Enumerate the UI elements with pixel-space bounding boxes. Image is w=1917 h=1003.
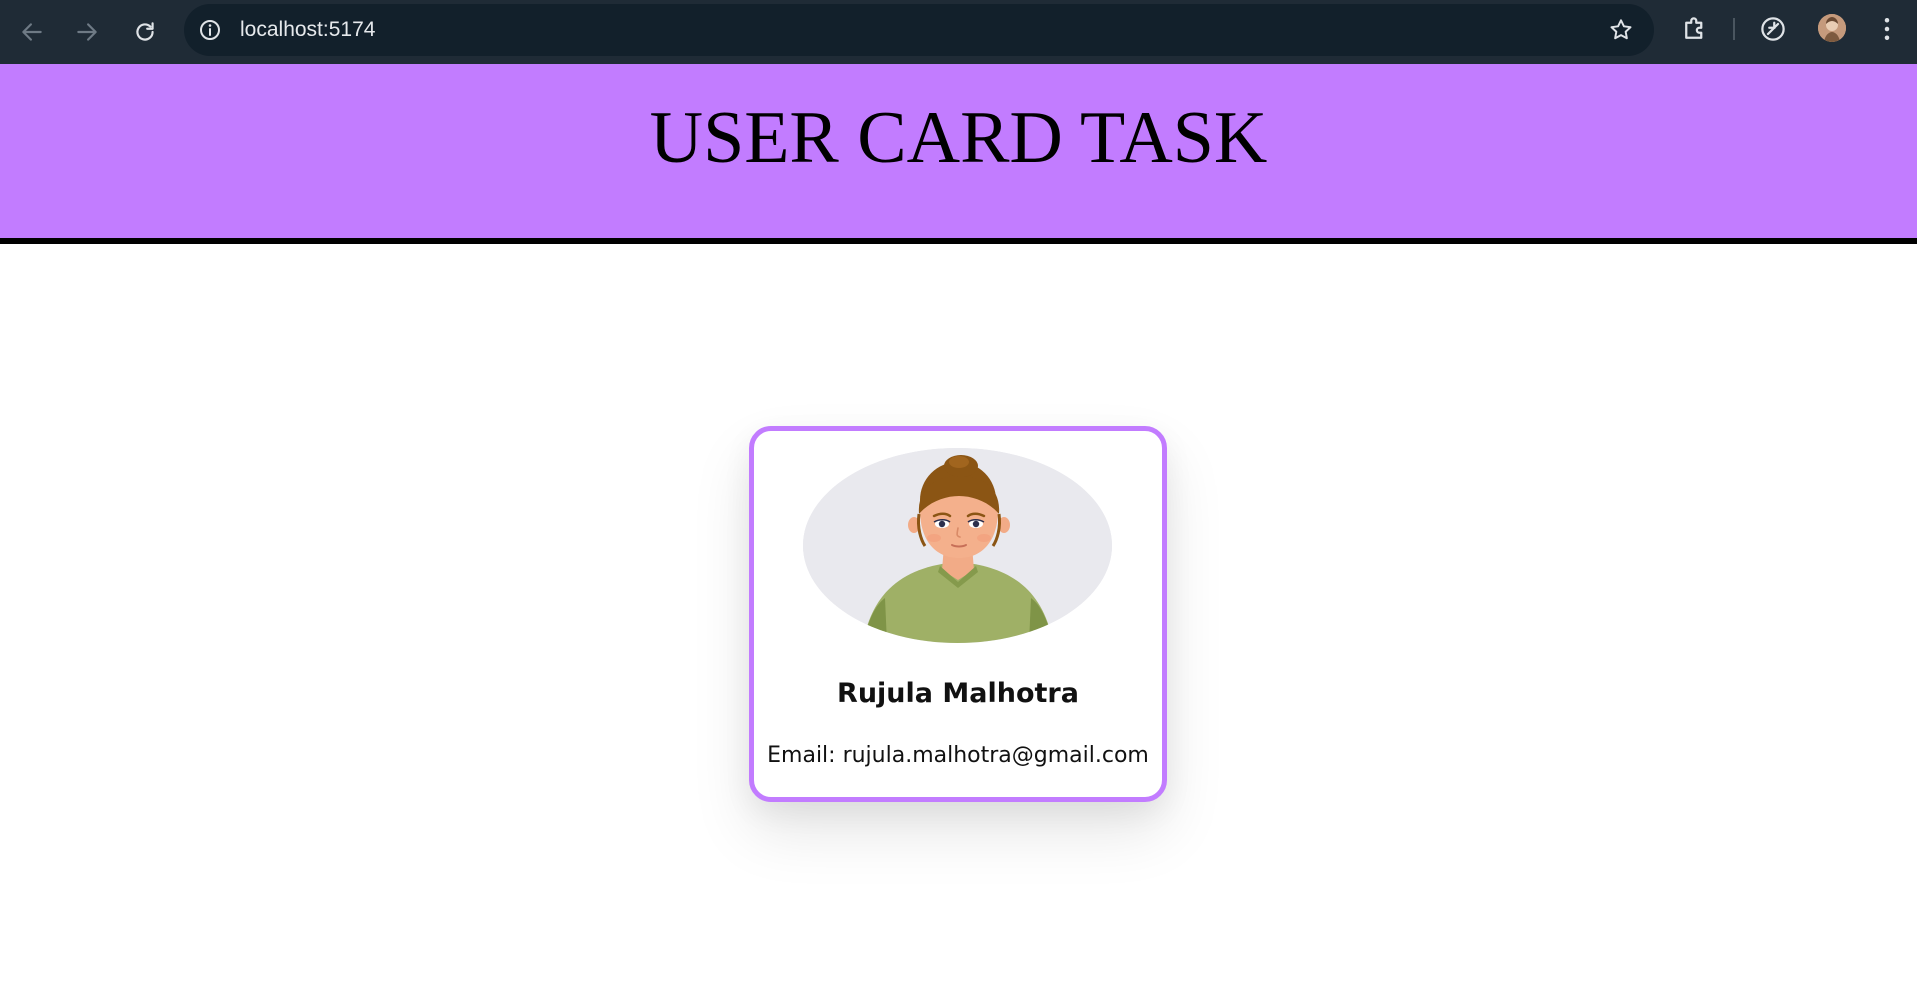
avatar[interactable] xyxy=(1818,14,1846,42)
page-header: USER CARD TASK xyxy=(0,64,1917,244)
user-email: Email: rujula.malhotra@gmail.com xyxy=(767,743,1149,768)
leaf-icon[interactable] xyxy=(1758,14,1788,44)
page-title: USER CARD TASK xyxy=(649,97,1268,179)
female-avatar-illustration xyxy=(803,448,1112,643)
user-photo xyxy=(803,448,1112,643)
arrow-right-icon xyxy=(77,23,97,41)
toolbar-divider xyxy=(1733,18,1735,40)
forward-button[interactable] xyxy=(67,12,107,52)
star-icon[interactable] xyxy=(1608,17,1634,43)
arrow-left-icon xyxy=(22,23,42,41)
kebab-menu-icon[interactable] xyxy=(1872,14,1902,44)
user-card: Rujula Malhotra Email: rujula.malhotra@g… xyxy=(749,426,1167,802)
reload-button[interactable] xyxy=(125,12,165,52)
reload-icon xyxy=(136,22,154,41)
address-bar[interactable]: localhost:5174 xyxy=(184,4,1654,56)
back-button[interactable] xyxy=(12,12,52,52)
puzzle-icon[interactable] xyxy=(1680,14,1710,44)
user-name: Rujula Malhotra xyxy=(837,678,1079,709)
url-text[interactable]: localhost:5174 xyxy=(240,17,375,43)
info-icon[interactable] xyxy=(198,18,222,42)
browser-toolbar: localhost:5174 xyxy=(0,0,1917,64)
